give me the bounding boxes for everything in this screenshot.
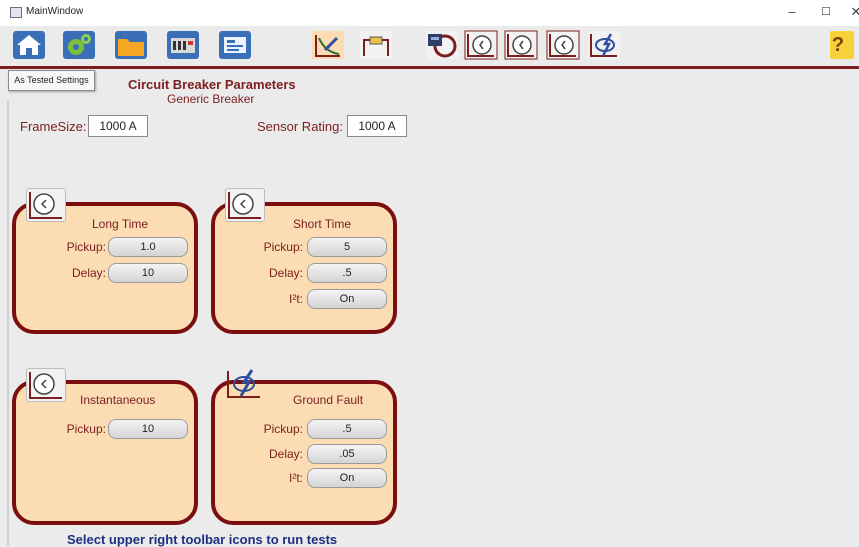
long-time-test-button[interactable] bbox=[464, 30, 498, 60]
long-time-panel-icon[interactable] bbox=[26, 188, 66, 222]
open-folder-button[interactable] bbox=[114, 30, 148, 60]
ground-fault-pickup-label: Pickup: bbox=[263, 422, 303, 436]
cable-connect-icon bbox=[360, 31, 392, 59]
breaker-settings-button[interactable] bbox=[218, 30, 252, 60]
long-time-title: Long Time bbox=[92, 217, 149, 231]
home-button[interactable] bbox=[12, 30, 46, 60]
ground-fault-icon bbox=[227, 369, 260, 398]
minimize-button[interactable]: – bbox=[778, 2, 806, 22]
tooltip: As Tested Settings bbox=[8, 70, 95, 91]
short-time-pickup-label: Pickup: bbox=[263, 240, 303, 254]
ground-fault-i2t-label: I²t: bbox=[289, 471, 303, 485]
ground-fault-delay-label: Delay: bbox=[268, 447, 303, 461]
short-time-test-button[interactable] bbox=[504, 30, 538, 60]
cb-test-icon bbox=[426, 31, 458, 59]
footer-instruction: Select upper right toolbar icons to run … bbox=[67, 532, 338, 547]
cb-test-button[interactable] bbox=[425, 30, 459, 60]
window-title: MainWindow bbox=[26, 6, 84, 17]
short-time-delay-label: Delay: bbox=[268, 266, 303, 280]
long-time-pickup-label: Pickup: bbox=[66, 240, 106, 254]
curve-edit-icon bbox=[312, 31, 344, 59]
short-time-panel-icon[interactable] bbox=[225, 188, 265, 222]
folder-icon bbox=[115, 31, 147, 59]
frame-size-value: 1000 A bbox=[88, 115, 148, 137]
short-time-i2t-label: I²t: bbox=[289, 292, 303, 306]
ground-fault-panel-icon[interactable] bbox=[225, 368, 263, 400]
home-icon bbox=[13, 31, 45, 59]
sensor-rating-label: Sensor Rating: bbox=[257, 119, 343, 134]
short-time-pickup-value[interactable]: 5 bbox=[307, 237, 387, 257]
instantaneous-test-icon bbox=[546, 30, 580, 60]
short-time-test-icon bbox=[504, 30, 538, 60]
test-set-button[interactable] bbox=[166, 30, 200, 60]
frame-size-label: FrameSize: bbox=[20, 119, 87, 134]
ground-fault-panel: Ground Fault Pickup: .5 Delay: .05 I²t: … bbox=[211, 380, 397, 525]
short-time-title: Short Time bbox=[293, 217, 352, 231]
ground-fault-pickup-value[interactable]: .5 bbox=[307, 419, 387, 439]
cable-connect-button[interactable] bbox=[359, 30, 393, 60]
long-time-pickup-value[interactable]: 1.0 bbox=[108, 237, 188, 257]
clock-icon bbox=[228, 192, 261, 219]
short-time-delay-value[interactable]: .5 bbox=[307, 263, 387, 283]
settings-gear-icon bbox=[63, 31, 95, 59]
instantaneous-panel-icon[interactable] bbox=[26, 368, 66, 402]
ground-fault-test-icon bbox=[588, 31, 620, 59]
help-button[interactable]: ? bbox=[825, 30, 854, 60]
ground-fault-delay-value[interactable]: .05 bbox=[307, 444, 387, 464]
breaker-settings-icon bbox=[219, 31, 251, 59]
instantaneous-pickup-value[interactable]: 10 bbox=[108, 419, 188, 439]
toolbar-divider bbox=[0, 66, 859, 69]
app-icon bbox=[10, 7, 22, 18]
help-label: ? bbox=[831, 34, 845, 56]
page-subtitle: Generic Breaker bbox=[167, 92, 255, 106]
maximize-button[interactable]: ☐ bbox=[812, 2, 840, 22]
instantaneous-title: Instantaneous bbox=[80, 393, 156, 407]
ground-fault-i2t-value[interactable]: On bbox=[307, 468, 387, 488]
short-time-i2t-value[interactable]: On bbox=[307, 289, 387, 309]
left-border bbox=[7, 100, 9, 546]
instantaneous-pickup-label: Pickup: bbox=[66, 422, 106, 436]
sensor-rating-value: 1000 A bbox=[347, 115, 407, 137]
long-time-delay-label: Delay: bbox=[71, 266, 106, 280]
clock-icon bbox=[29, 192, 62, 219]
clock-icon bbox=[29, 372, 62, 399]
settings-button[interactable] bbox=[62, 30, 96, 60]
ground-fault-test-button[interactable] bbox=[587, 30, 621, 60]
ground-fault-title: Ground Fault bbox=[293, 393, 364, 407]
long-time-delay-value[interactable]: 10 bbox=[108, 263, 188, 283]
main-toolbar: ? bbox=[0, 26, 859, 69]
curve-edit-button[interactable] bbox=[311, 30, 345, 60]
instantaneous-test-button[interactable] bbox=[546, 30, 580, 60]
close-button[interactable]: ✕ bbox=[842, 2, 859, 22]
test-set-icon bbox=[167, 31, 199, 59]
page-title: Circuit Breaker Parameters bbox=[128, 77, 296, 92]
long-time-test-icon bbox=[464, 30, 498, 60]
window-title-bar: MainWindow – ☐ ✕ bbox=[0, 0, 859, 26]
